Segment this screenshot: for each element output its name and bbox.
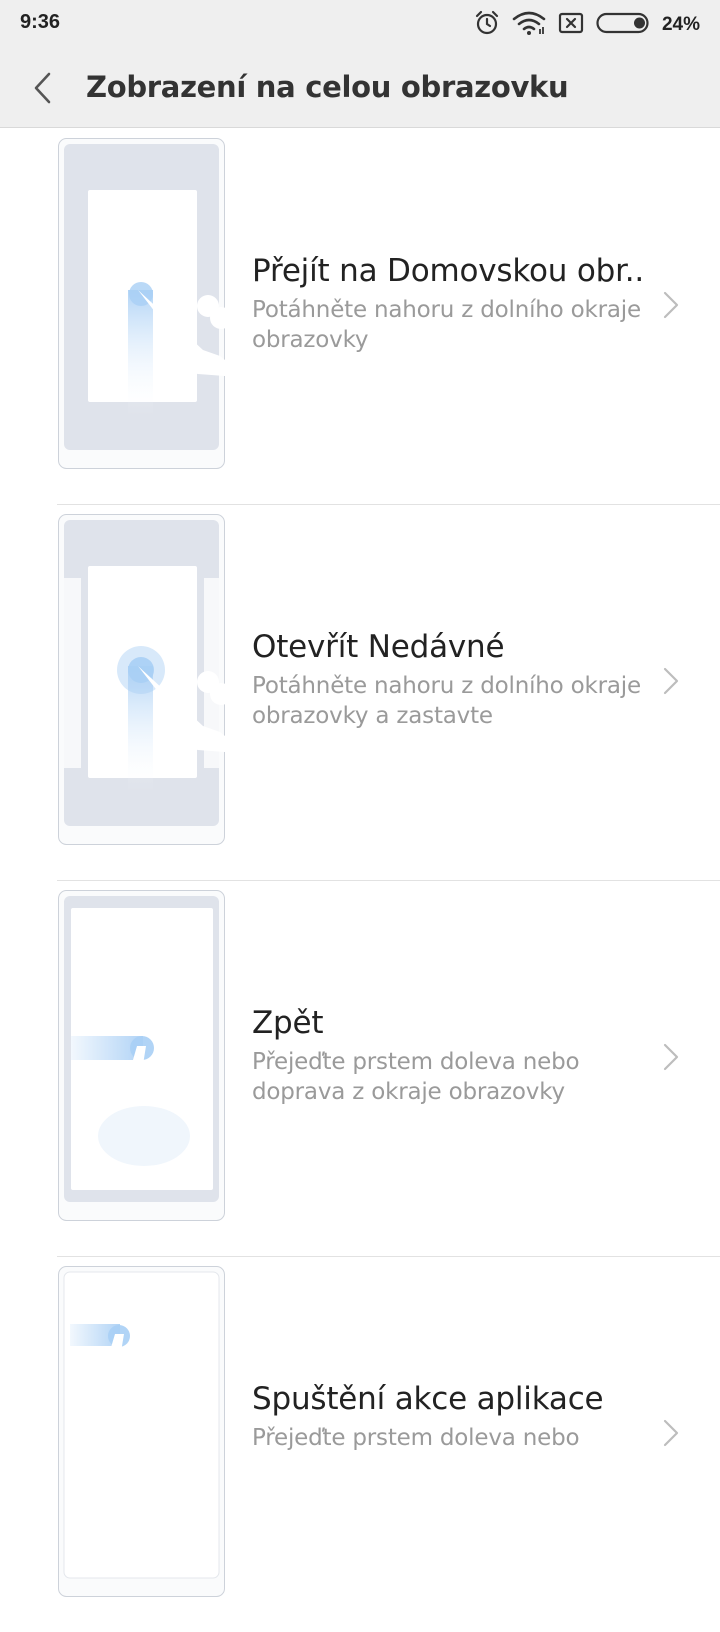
- chevron-right-icon: [663, 291, 679, 319]
- wifi-icon: [512, 10, 546, 40]
- item-subtitle: Přejeďte prstem doleva nebo: [252, 1425, 580, 1451]
- item-subtitle: Potáhněte nahoru z dolního okraje obrazo…: [252, 297, 641, 353]
- alarm-icon: [474, 10, 500, 40]
- status-time: 9:36: [20, 11, 61, 33]
- gesture-list: Přejít na Domovskou obr.. Potáhněte naho…: [0, 128, 720, 1632]
- item-subtitle: Přejeďte prstem doleva nebo doprava z ok…: [252, 1049, 580, 1105]
- list-item-app-action-gesture[interactable]: Spuštění akce aplikace Přejeďte prstem d…: [0, 1256, 720, 1632]
- chevron-right-icon: [663, 1043, 679, 1071]
- page-title: Zobrazení na celou obrazovku: [86, 70, 569, 104]
- item-title: Přejít na Domovskou obr..: [252, 253, 645, 289]
- list-item-home-gesture[interactable]: Přejít na Domovskou obr.. Potáhněte naho…: [0, 128, 720, 504]
- battery-percent: 24%: [661, 14, 700, 35]
- list-item-recents-gesture[interactable]: Otevřít Nedávné Potáhněte nahoru z dolní…: [0, 504, 720, 880]
- gesture-illustration-recents: [58, 514, 232, 845]
- chevron-right-icon: [663, 667, 679, 695]
- status-bar: 9:36 24%: [0, 0, 720, 50]
- gesture-illustration-home: [58, 138, 232, 469]
- item-title: Spuštění akce aplikace: [252, 1381, 604, 1417]
- back-chevron-icon: [34, 72, 51, 104]
- no-sim-icon: [558, 11, 584, 39]
- gesture-illustration-app-action: [58, 1266, 225, 1597]
- status-icons: 24%: [474, 8, 700, 42]
- item-title: Zpět: [252, 1005, 324, 1041]
- list-item-back-gesture[interactable]: Zpět Přejeďte prstem doleva nebo doprava…: [0, 880, 720, 1256]
- gesture-illustration-back: [58, 890, 225, 1221]
- toolbar: Zobrazení na celou obrazovku: [0, 50, 720, 128]
- chevron-right-icon: [663, 1419, 679, 1447]
- item-title: Otevřít Nedávné: [252, 629, 505, 665]
- item-subtitle: Potáhněte nahoru z dolního okraje obrazo…: [252, 673, 641, 729]
- back-button[interactable]: [22, 68, 62, 108]
- battery-icon: [596, 11, 650, 39]
